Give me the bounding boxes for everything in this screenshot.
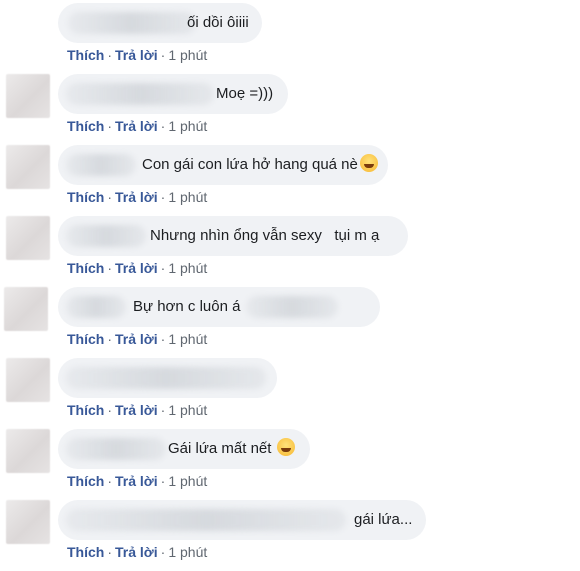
comment-text: Nhưng nhìn ổng vẫn sexy tụi m ạ xyxy=(150,227,380,244)
timestamp[interactable]: 1 phút xyxy=(168,47,207,63)
comment-bubble: Nhưng nhìn ổng vẫn sexy tụi m ạ xyxy=(58,216,408,256)
like-link[interactable]: Thích xyxy=(67,402,104,418)
like-link[interactable]: Thích xyxy=(67,189,104,205)
rolling-laughing-emoji xyxy=(277,438,296,456)
comment-bubble: Moẹ =))) xyxy=(58,74,288,114)
reply-link[interactable]: Trả lời xyxy=(115,189,158,205)
avatar[interactable] xyxy=(6,358,50,402)
comment-item: ối dồi ôiiii Thích · Trả lời · 1 phút xyxy=(0,3,580,74)
timestamp[interactable]: 1 phút xyxy=(168,544,207,560)
comment-actions: Thích · Trả lời · 1 phút xyxy=(67,473,208,489)
reply-link[interactable]: Trả lời xyxy=(115,402,158,418)
timestamp[interactable]: 1 phút xyxy=(168,331,207,347)
comment-item: Bự hơn c luôn á Thích · Trả lời · 1 phút xyxy=(0,287,580,358)
reply-link[interactable]: Trả lời xyxy=(115,544,158,560)
comment-bubble: Bự hơn c luôn á xyxy=(58,287,380,327)
comment-actions: Thích · Trả lời · 1 phút xyxy=(67,402,208,418)
comment-item: Thích · Trả lời · 1 phút xyxy=(0,358,580,429)
comment-actions: Thích · Trả lời · 1 phút xyxy=(67,47,208,63)
comment-item: Gái lứa mất nết Thích · Trả lời · 1 phút xyxy=(0,429,580,500)
timestamp[interactable]: 1 phút xyxy=(168,473,207,489)
blurred-author-name xyxy=(66,438,166,460)
blurred-author-name xyxy=(66,296,126,318)
comment-bubble: ối dồi ôiiii xyxy=(58,3,262,43)
like-link[interactable]: Thích xyxy=(67,331,104,347)
blurred-author-name xyxy=(66,367,266,389)
comment-item: Con gái con lứa hở hang quá nè Thích · Trả… xyxy=(0,145,580,216)
timestamp[interactable]: 1 phút xyxy=(168,402,207,418)
comment-bubble: Con gái con lứa hở hang quá nè xyxy=(58,145,388,185)
reply-link[interactable]: Trả lời xyxy=(115,331,158,347)
comment-item: gái lứa... Thích · Trả lời · 1 phút xyxy=(0,500,580,571)
comment-actions: Thích · Trả lời · 1 phút xyxy=(67,118,208,134)
reply-link[interactable]: Trả lời xyxy=(115,47,158,63)
timestamp[interactable]: 1 phút xyxy=(168,260,207,276)
comment-item: Moẹ =))) Thích · Trả lời · 1 phút xyxy=(0,74,580,145)
comment-text: Bự hơn c luôn á xyxy=(133,298,241,315)
avatar[interactable] xyxy=(6,429,50,473)
comment-text: Con gái con lứa hở hang quá nè xyxy=(142,145,378,185)
comment-text: Moẹ =))) xyxy=(216,85,274,102)
comment-item: Nhưng nhìn ổng vẫn sexy tụi m ạ Thích · Tr… xyxy=(0,216,580,287)
comment-actions: Thích · Trả lời · 1 phút xyxy=(67,189,208,205)
comment-bubble: Gái lứa mất nết xyxy=(58,429,310,469)
comment-actions: Thích · Trả lời · 1 phút xyxy=(67,544,208,560)
reply-link[interactable]: Trả lời xyxy=(115,473,158,489)
reply-link[interactable]: Trả lời xyxy=(115,118,158,134)
like-link[interactable]: Thích xyxy=(67,47,104,63)
comment-text: Gái lứa mất nết xyxy=(168,429,296,469)
timestamp[interactable]: 1 phút xyxy=(168,189,207,205)
blurred-author-name xyxy=(66,509,346,531)
like-link[interactable]: Thích xyxy=(67,544,104,560)
comment-actions: Thích · Trả lời · 1 phút xyxy=(67,260,208,276)
timestamp[interactable]: 1 phút xyxy=(168,118,207,134)
comment-bubble: gái lứa... xyxy=(58,500,426,540)
comment-actions: Thích · Trả lời · 1 phút xyxy=(67,331,208,347)
avatar[interactable] xyxy=(6,145,50,189)
blurred-author-name xyxy=(66,154,136,176)
avatar[interactable] xyxy=(4,287,48,331)
avatar[interactable] xyxy=(6,74,50,118)
comment-text: gái lứa... xyxy=(354,511,413,528)
blurred-text xyxy=(246,296,338,318)
comment-text: ối dồi ôiiii xyxy=(187,14,249,31)
blurred-author-name xyxy=(66,225,146,247)
blurred-author-name xyxy=(68,12,196,34)
like-link[interactable]: Thích xyxy=(67,260,104,276)
like-link[interactable]: Thích xyxy=(67,118,104,134)
avatar[interactable] xyxy=(6,216,50,260)
comment-bubble xyxy=(58,358,277,398)
grinning-sweat-emoji xyxy=(359,154,378,172)
avatar[interactable] xyxy=(6,500,50,544)
blurred-author-name xyxy=(66,83,214,105)
like-link[interactable]: Thích xyxy=(67,473,104,489)
reply-link[interactable]: Trả lời xyxy=(115,260,158,276)
